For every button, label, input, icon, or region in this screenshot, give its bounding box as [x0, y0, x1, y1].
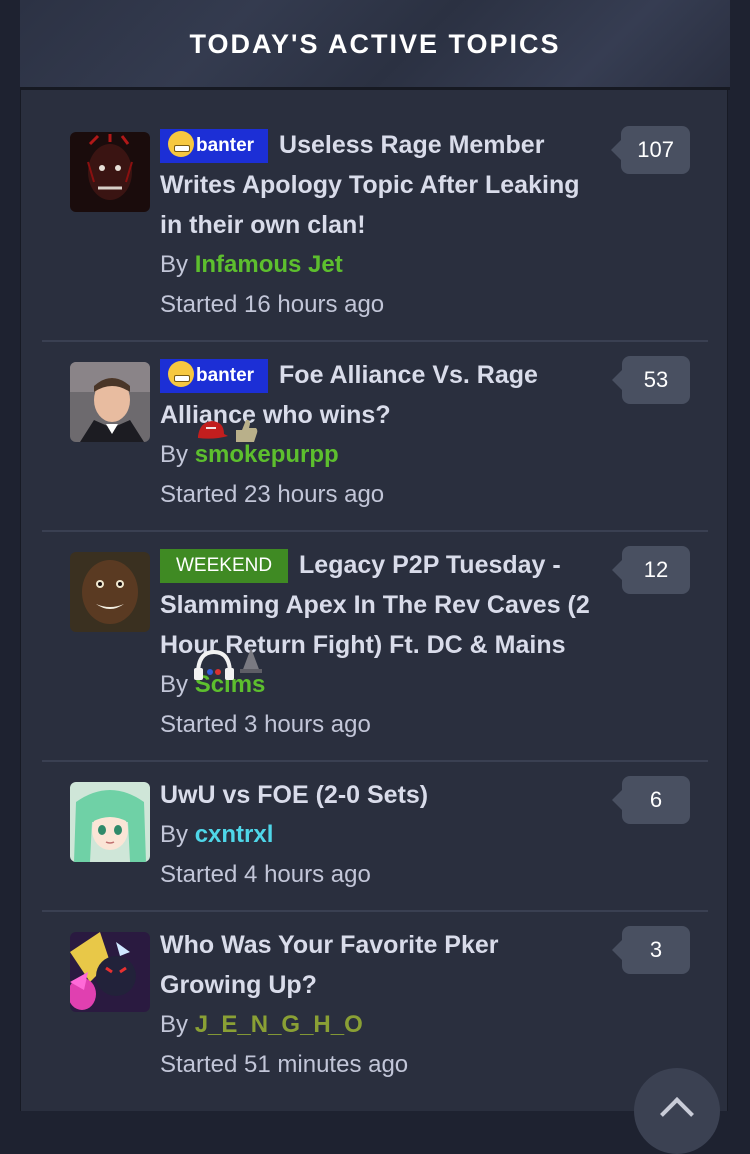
- topic-title[interactable]: Who Was Your Favorite Pker Growing Up?: [160, 931, 499, 999]
- topic-item[interactable]: UwU vs FOE (2-0 Sets) By cxntrxl Started…: [42, 762, 708, 910]
- topic-started: Started 3 hours ago: [160, 711, 371, 738]
- topic-item[interactable]: banter Useless Rage Member Writes Apolog…: [42, 110, 708, 340]
- topic-title-line[interactable]: UwU vs FOE (2-0 Sets): [160, 775, 600, 815]
- banter-tag[interactable]: banter: [160, 359, 269, 393]
- by-label: By: [160, 821, 189, 848]
- topic-item[interactable]: WEEKEND Legacy P2P Tuesday - Slamming Ap…: [42, 532, 708, 760]
- by-label: By: [160, 1011, 189, 1038]
- topic-body: Who Was Your Favorite Pker Growing Up? B…: [160, 925, 600, 1085]
- reply-count-badge: 6: [612, 776, 690, 824]
- user-avatar[interactable]: [70, 552, 150, 632]
- topic-item[interactable]: banter Foe Alliance Vs. Rage Alliance wh…: [42, 342, 708, 530]
- tag-label: banter: [196, 365, 255, 386]
- topic-author-line: By J_E_N_G_H_O: [160, 1005, 600, 1045]
- topic-author-line: By Infamous Jet: [160, 245, 600, 285]
- topic-item[interactable]: Who Was Your Favorite Pker Growing Up? B…: [42, 912, 708, 1111]
- user-avatar[interactable]: [70, 932, 150, 1012]
- topic-started: Started 16 hours ago: [160, 291, 385, 318]
- reply-count-badge: 53: [612, 356, 690, 404]
- topic-title[interactable]: UwU vs FOE (2-0 Sets): [160, 781, 428, 809]
- topic-author-line: By cxntrxl: [160, 815, 600, 855]
- scroll-to-top-button[interactable]: [634, 1068, 720, 1154]
- topic-title-line[interactable]: WEEKEND Legacy P2P Tuesday - Slamming Ap…: [160, 545, 600, 665]
- user-avatar[interactable]: [70, 362, 150, 442]
- user-avatar[interactable]: [70, 132, 150, 212]
- banter-tag[interactable]: banter: [160, 129, 269, 163]
- user-avatar[interactable]: [70, 782, 150, 862]
- reply-count-badge: 3: [612, 926, 690, 974]
- reply-count-badge: 107: [611, 126, 690, 174]
- panel-header: TODAY'S ACTIVE TOPICS: [20, 0, 730, 90]
- grimace-emoji-icon: [168, 361, 194, 387]
- reply-count-badge: 12: [612, 546, 690, 594]
- headphones-icon: [192, 648, 236, 687]
- by-label: By: [160, 441, 189, 468]
- topic-started: Started 23 hours ago: [160, 481, 385, 508]
- panel-title: TODAY'S ACTIVE TOPICS: [189, 29, 561, 59]
- wizard-hat-icon: [238, 646, 264, 679]
- topic-title-line[interactable]: Who Was Your Favorite Pker Growing Up?: [160, 925, 600, 1005]
- topic-started: Started 4 hours ago: [160, 861, 371, 888]
- by-label: By: [160, 251, 189, 278]
- weekend-tag[interactable]: WEEKEND: [160, 549, 289, 583]
- topic-started: Started 51 minutes ago: [160, 1051, 409, 1078]
- by-label: By: [160, 671, 189, 698]
- topic-body: banter Useless Rage Member Writes Apolog…: [160, 125, 600, 325]
- author-link[interactable]: J_E_N_G_H_O: [195, 1011, 363, 1038]
- author-link[interactable]: Infamous Jet: [195, 251, 343, 278]
- topic-title-line[interactable]: banter Useless Rage Member Writes Apolog…: [160, 125, 600, 245]
- topic-body: UwU vs FOE (2-0 Sets) By cxntrxl Started…: [160, 775, 600, 895]
- author-link[interactable]: cxntrxl: [195, 821, 274, 848]
- topic-body: WEEKEND Legacy P2P Tuesday - Slamming Ap…: [160, 545, 600, 745]
- red-cap-icon: [194, 418, 230, 447]
- thumbs-up-icon: [230, 416, 260, 449]
- grimace-emoji-icon: [168, 131, 194, 157]
- tag-label: banter: [196, 135, 255, 156]
